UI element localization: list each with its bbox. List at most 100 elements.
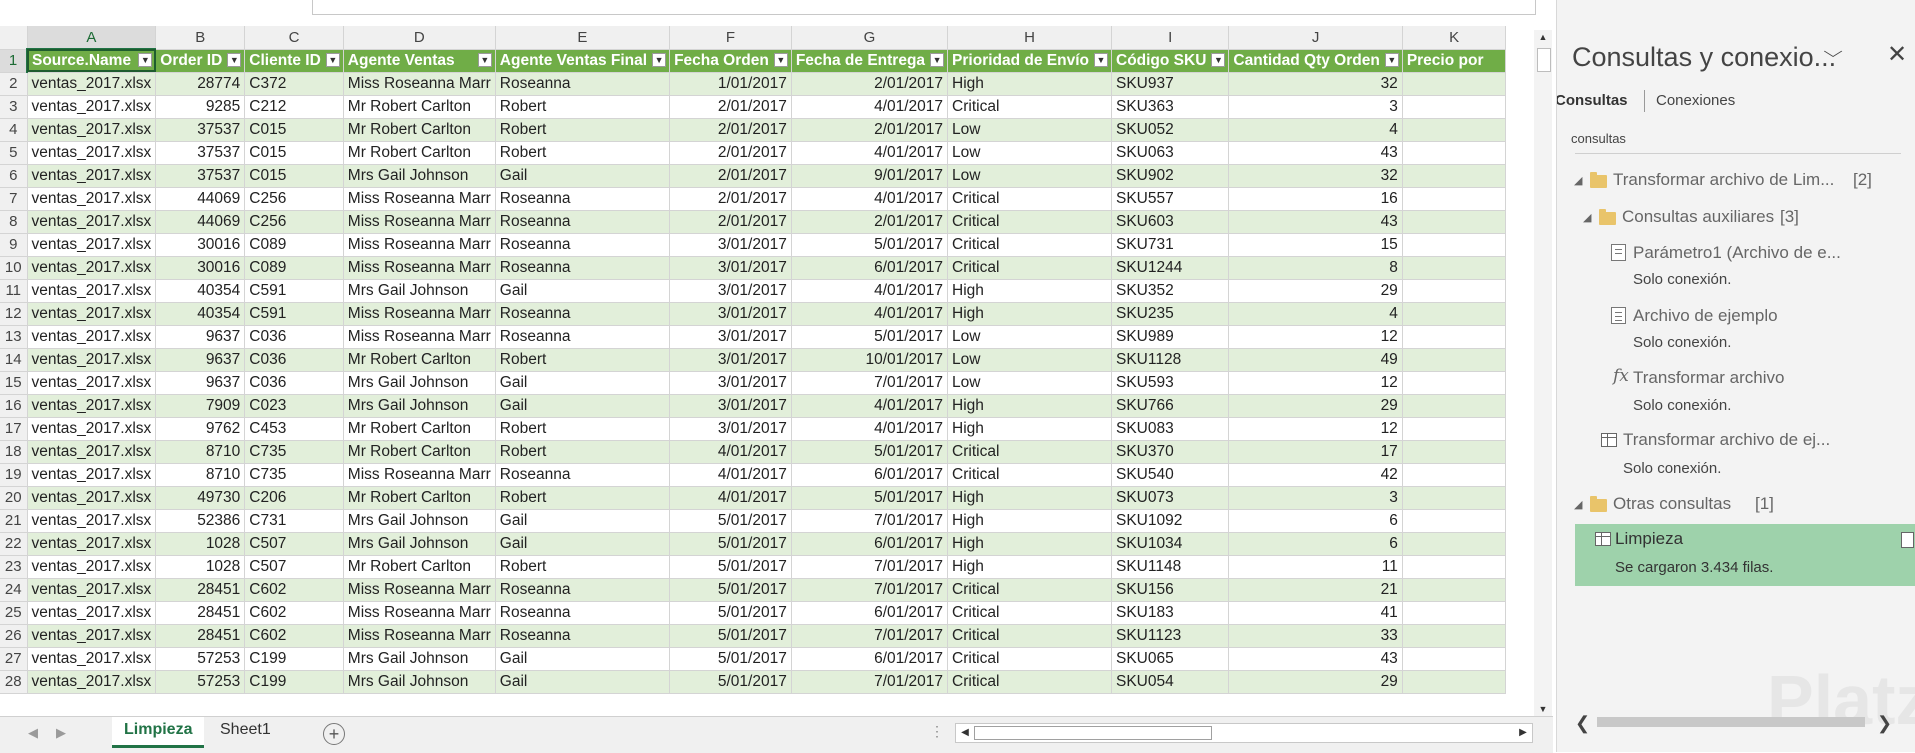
table-cell[interactable]: C015	[244, 141, 344, 165]
table-cell[interactable]: Robert	[495, 486, 671, 510]
sheet-tab-sheet1[interactable]: Sheet1	[208, 717, 283, 745]
table-cell[interactable]: ventas_2017.xlsx	[27, 233, 157, 257]
table-cell[interactable]: Low	[947, 141, 1112, 165]
table-cell[interactable]: 3/01/2017	[669, 256, 792, 280]
table-cell[interactable]: Miss Roseanna Marr	[343, 256, 496, 280]
table-cell[interactable]: 5/01/2017	[669, 647, 792, 671]
filter-dropdown-icon[interactable]: ▼	[227, 52, 242, 67]
table-cell[interactable]	[1402, 348, 1507, 372]
table-cell[interactable]: 8710	[155, 440, 246, 464]
pane-scroll-thumb[interactable]	[1597, 717, 1865, 727]
table-cell[interactable]: ventas_2017.xlsx	[27, 371, 157, 395]
table-cell[interactable]: Miss Roseanna Marr	[343, 210, 496, 234]
table-cell[interactable]: Mrs Gail Johnson	[343, 394, 496, 418]
table-cell[interactable]: 5/01/2017	[669, 670, 792, 694]
table-cell[interactable]: C507	[244, 532, 344, 556]
table-cell[interactable]: Gail	[495, 670, 671, 694]
table-cell[interactable]: C372	[244, 72, 344, 96]
table-cell[interactable]	[1402, 394, 1507, 418]
table-cell[interactable]: 7/01/2017	[791, 624, 949, 648]
row-header[interactable]: 10	[0, 256, 28, 280]
table-cell[interactable]: Robert	[495, 118, 671, 142]
table-cell[interactable]: Gail	[495, 279, 671, 303]
row-header[interactable]: 12	[0, 302, 28, 326]
filter-dropdown-icon[interactable]: ▼	[773, 52, 788, 67]
column-header-b[interactable]: B	[155, 26, 246, 50]
table-header-cell[interactable]: Order ID ▼	[155, 49, 246, 73]
column-header-j[interactable]: J	[1228, 26, 1403, 50]
table-cell[interactable]: Mr Robert Carlton	[343, 118, 496, 142]
table-cell[interactable]: ventas_2017.xlsx	[27, 486, 157, 510]
table-cell[interactable]: Critical	[947, 210, 1112, 234]
table-cell[interactable]: 37537	[155, 118, 246, 142]
table-cell[interactable]: 4/01/2017	[791, 417, 949, 441]
table-cell[interactable]	[1402, 118, 1507, 142]
table-header-cell[interactable]: Agente Ventas ▼	[343, 49, 496, 73]
table-cell[interactable]: Mrs Gail Johnson	[343, 647, 496, 671]
table-cell[interactable]: 3/01/2017	[669, 325, 792, 349]
row-header[interactable]: 2	[0, 72, 28, 96]
table-cell[interactable]: 7909	[155, 394, 246, 418]
table-cell[interactable]	[1402, 256, 1507, 280]
table-header-cell[interactable]: Cantidad Qty Orden ▼	[1228, 49, 1403, 73]
table-cell[interactable]: 30016	[155, 256, 246, 280]
table-cell[interactable]: Mr Robert Carlton	[343, 486, 496, 510]
table-cell[interactable]: 4	[1228, 302, 1403, 326]
table-cell[interactable]	[1402, 624, 1507, 648]
table-cell[interactable]: 30016	[155, 233, 246, 257]
table-cell[interactable]: 1/01/2017	[669, 72, 792, 96]
table-cell[interactable]: 6/01/2017	[791, 601, 949, 625]
scroll-left-icon[interactable]: ❮	[1575, 713, 1590, 734]
table-cell[interactable]: 2/01/2017	[669, 118, 792, 142]
horizontal-scroll-thumb[interactable]	[974, 726, 1212, 740]
table-cell[interactable]: 4/01/2017	[791, 302, 949, 326]
table-cell[interactable]: Roseanna	[495, 601, 671, 625]
table-cell[interactable]: Roseanna	[495, 578, 671, 602]
table-cell[interactable]: 49	[1228, 348, 1403, 372]
table-cell[interactable]: 7/01/2017	[791, 371, 949, 395]
table-cell[interactable]	[1402, 141, 1507, 165]
table-cell[interactable]: 6	[1228, 532, 1403, 556]
column-header-c[interactable]: C	[244, 26, 344, 50]
table-cell[interactable]: Mr Robert Carlton	[343, 555, 496, 579]
table-cell[interactable]: 2/01/2017	[669, 210, 792, 234]
column-header-f[interactable]: F	[669, 26, 792, 50]
table-cell[interactable]: Roseanna	[495, 624, 671, 648]
table-cell[interactable]: 2/01/2017	[669, 164, 792, 188]
column-header-e[interactable]: E	[495, 26, 671, 50]
table-cell[interactable]: SKU902	[1111, 164, 1230, 188]
table-cell[interactable]: Robert	[495, 555, 671, 579]
table-cell[interactable]: Critical	[947, 463, 1112, 487]
table-cell[interactable]: 44069	[155, 210, 246, 234]
table-cell[interactable]: ventas_2017.xlsx	[27, 440, 157, 464]
table-cell[interactable]: Roseanna	[495, 210, 671, 234]
table-cell[interactable]: 2/01/2017	[669, 95, 792, 119]
table-cell[interactable]: ventas_2017.xlsx	[27, 210, 157, 234]
table-header-cell[interactable]: Fecha de Entrega ▼	[791, 49, 949, 73]
table-cell[interactable]	[1402, 509, 1507, 533]
table-cell[interactable]: Critical	[947, 578, 1112, 602]
close-icon[interactable]: ✕	[1887, 40, 1907, 69]
table-cell[interactable]: C089	[244, 256, 344, 280]
table-cell[interactable]: ventas_2017.xlsx	[27, 578, 157, 602]
table-cell[interactable]: Low	[947, 371, 1112, 395]
table-cell[interactable]: 43	[1228, 647, 1403, 671]
table-cell[interactable]: 12	[1228, 371, 1403, 395]
table-cell[interactable]: 4/01/2017	[791, 279, 949, 303]
table-cell[interactable]: ventas_2017.xlsx	[27, 279, 157, 303]
table-cell[interactable]: ventas_2017.xlsx	[27, 325, 157, 349]
table-cell[interactable]: Mrs Gail Johnson	[343, 509, 496, 533]
table-cell[interactable]: 4/01/2017	[791, 394, 949, 418]
table-cell[interactable]: Low	[947, 164, 1112, 188]
table-cell[interactable]: 29	[1228, 670, 1403, 694]
table-cell[interactable]: 5/01/2017	[669, 601, 792, 625]
table-cell[interactable]: 7/01/2017	[791, 509, 949, 533]
table-cell[interactable]: SKU989	[1111, 325, 1230, 349]
table-cell[interactable]: ventas_2017.xlsx	[27, 141, 157, 165]
table-cell[interactable]: ventas_2017.xlsx	[27, 509, 157, 533]
table-cell[interactable]: Mr Robert Carlton	[343, 440, 496, 464]
table-cell[interactable]: SKU1034	[1111, 532, 1230, 556]
table-cell[interactable]: High	[947, 532, 1112, 556]
table-cell[interactable]: C735	[244, 440, 344, 464]
table-cell[interactable]: Robert	[495, 417, 671, 441]
